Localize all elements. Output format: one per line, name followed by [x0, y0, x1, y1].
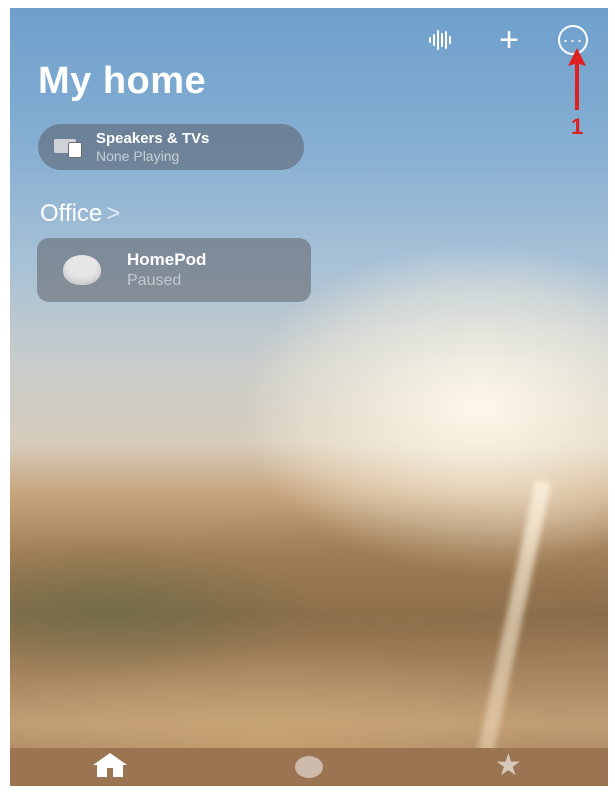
- speakers-tvs-button[interactable]: Speakers & TVs None Playing: [38, 124, 304, 170]
- waveform-icon[interactable]: [420, 22, 462, 58]
- tab-bar: ★: [10, 748, 608, 786]
- speakers-title: Speakers & TVs: [96, 130, 210, 147]
- speaker-tv-icon: [54, 136, 84, 158]
- tab-home[interactable]: [80, 752, 140, 782]
- homepod-tile[interactable]: HomePod Paused: [37, 238, 311, 302]
- home-screen: + ··· 1 My home Speakers & TVs None Play…: [10, 8, 608, 786]
- page-title: My home: [38, 60, 207, 102]
- device-name: HomePod: [127, 250, 207, 269]
- star-icon: ★: [494, 749, 522, 782]
- plus-icon[interactable]: +: [488, 22, 530, 58]
- room-header-office[interactable]: Office >: [40, 200, 120, 228]
- room-name: Office: [40, 200, 103, 227]
- chevron-right-icon: >: [106, 200, 121, 227]
- tab-rooms[interactable]: [279, 752, 339, 782]
- rooms-icon: [294, 756, 323, 778]
- speakers-status: None Playing: [96, 148, 180, 164]
- home-icon: [92, 753, 127, 777]
- annotation-number: 1: [571, 114, 584, 139]
- homepod-icon: [63, 255, 101, 285]
- annotation-arrow: [568, 48, 586, 110]
- device-status: Paused: [127, 272, 182, 289]
- tab-favorites[interactable]: ★: [478, 749, 538, 782]
